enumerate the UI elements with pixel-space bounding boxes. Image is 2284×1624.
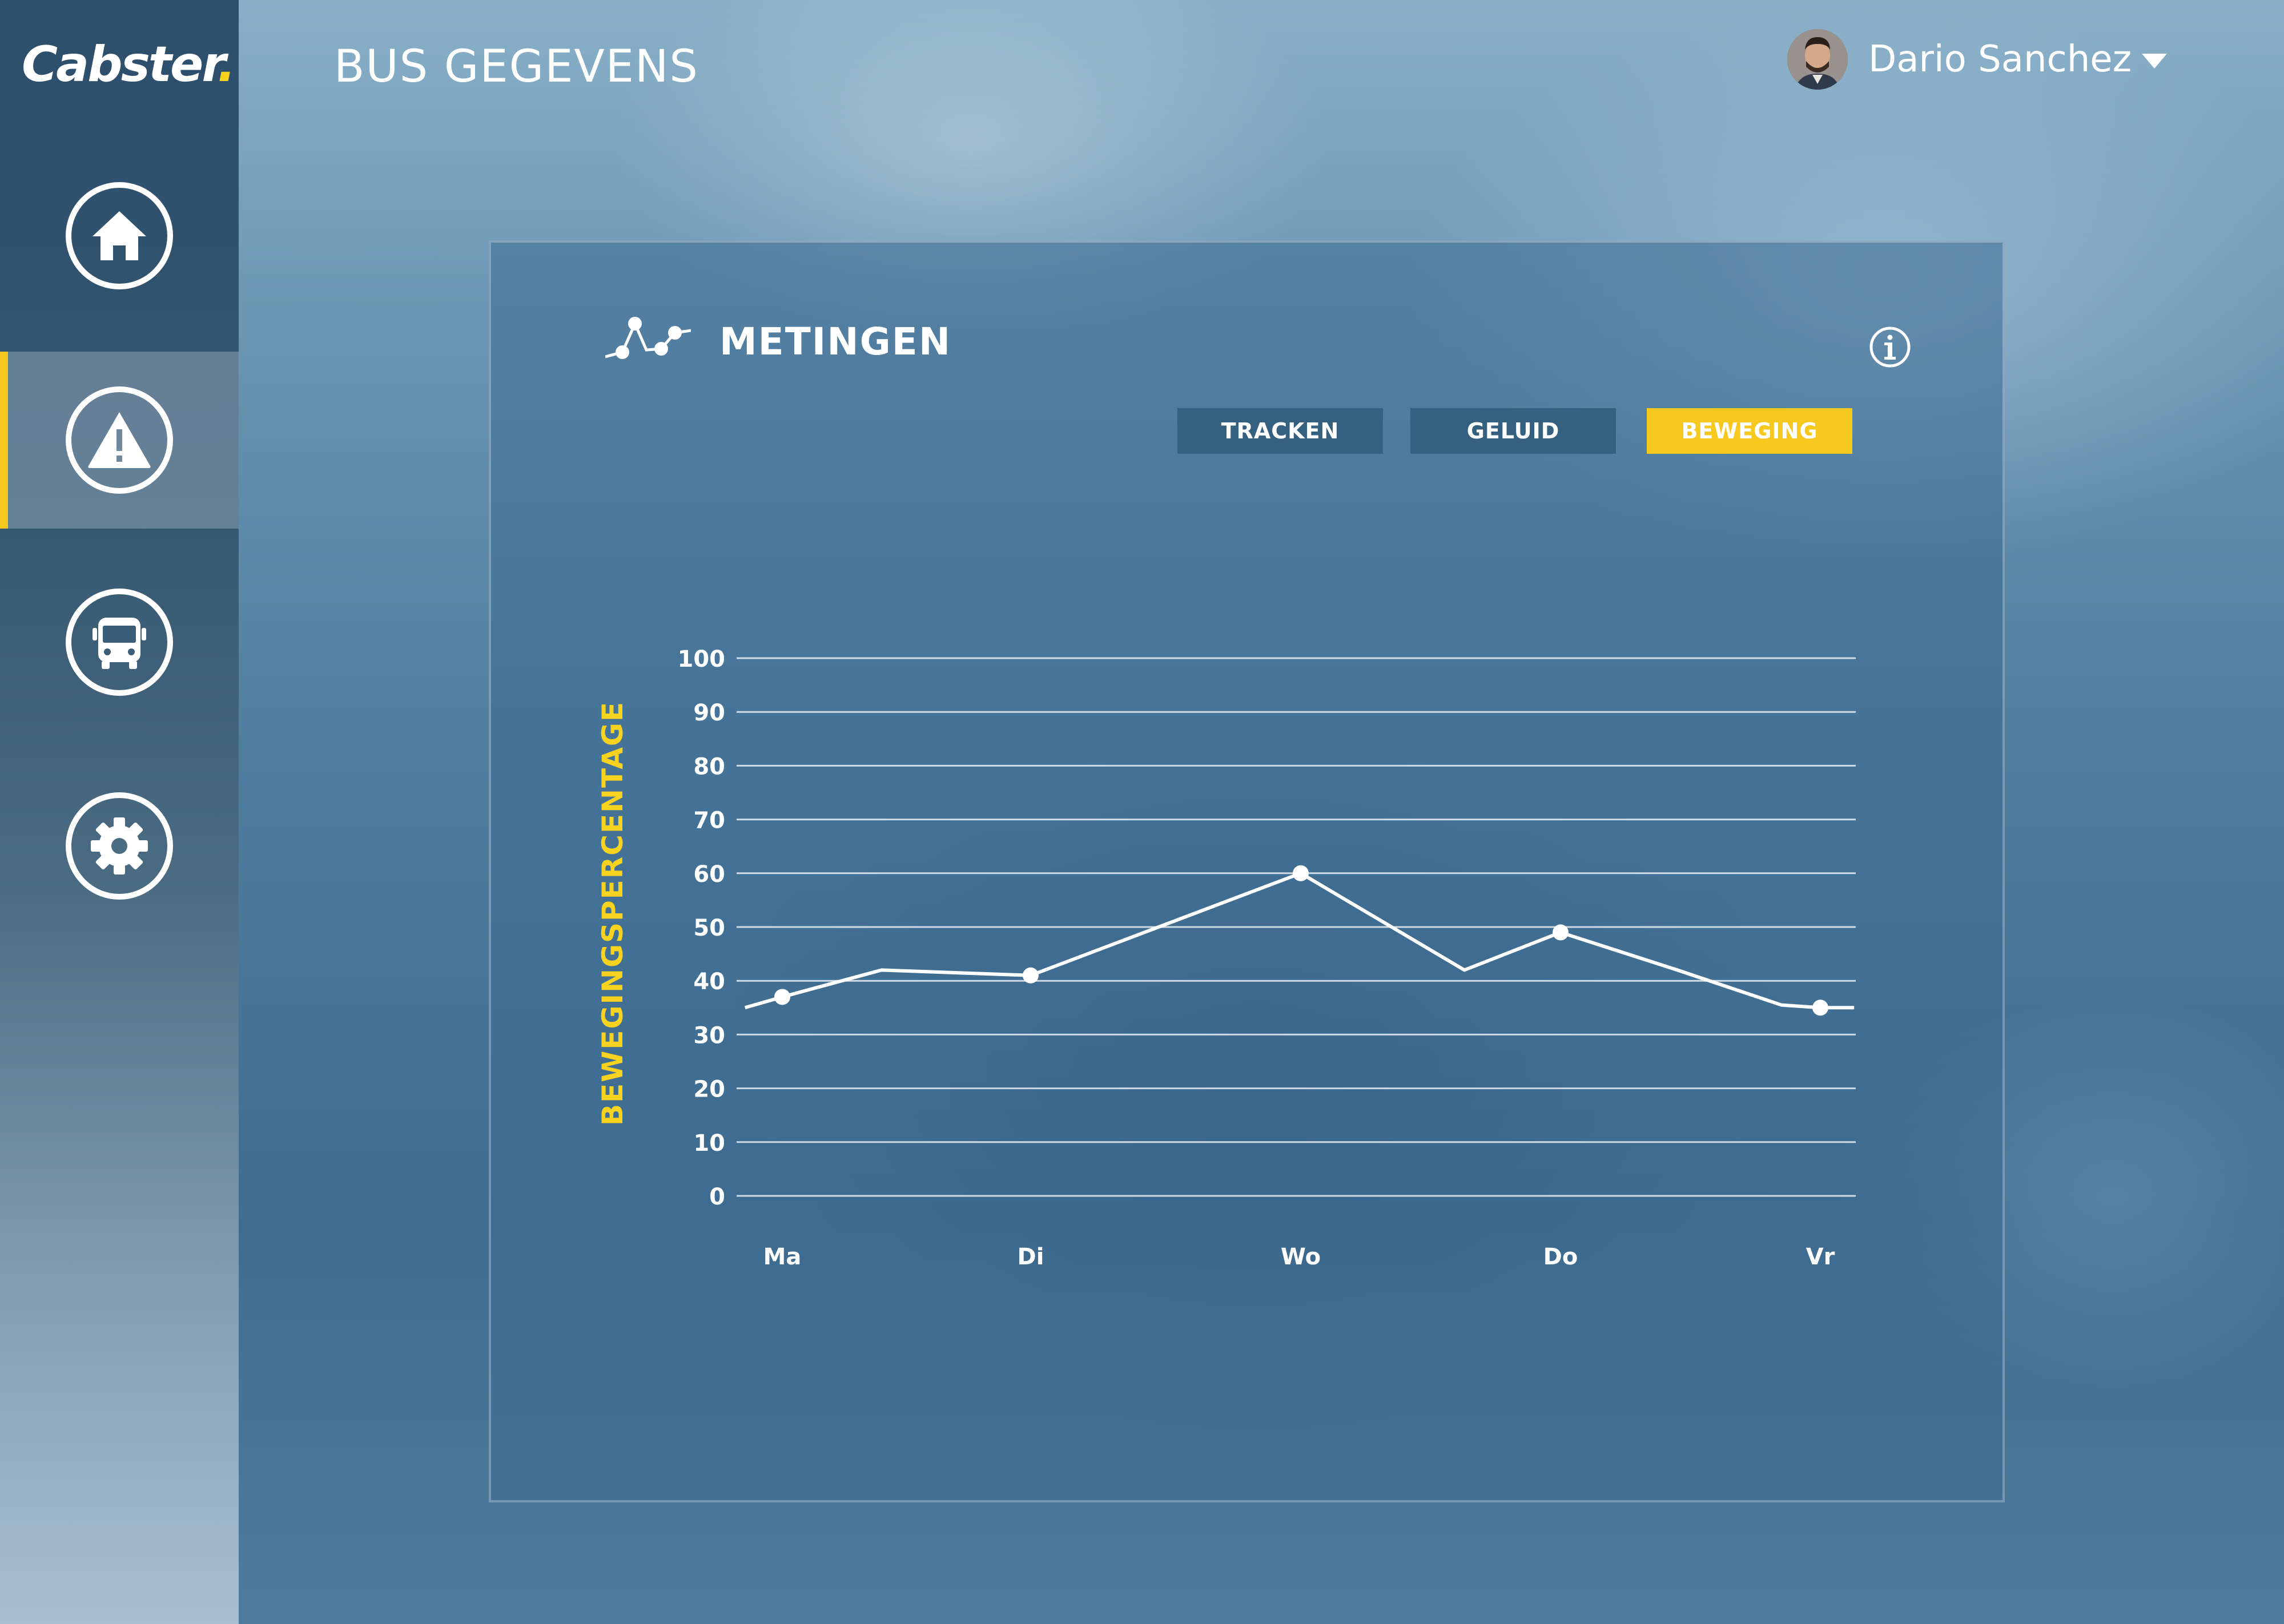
- y-tick-label: 20: [693, 1077, 725, 1103]
- data-point: [774, 989, 790, 1005]
- y-tick-label: 60: [693, 861, 725, 888]
- x-tick-label: Ma: [763, 1244, 802, 1270]
- chart-series: [744, 865, 1855, 1016]
- data-point: [1023, 967, 1039, 984]
- y-tick-label: 80: [693, 753, 725, 780]
- y-tick-label: 0: [709, 1184, 725, 1210]
- data-point: [1293, 865, 1309, 881]
- chart-gridlines: [737, 657, 1856, 1197]
- y-axis-ticks: 0 10 20 30 40 50 60 70 80 90 100: [678, 646, 726, 1210]
- movement-chart: 0 10 20 30 40 50 60 70 80 90 100 Ma Di Wo Do Vr BEWEGI…: [596, 646, 1856, 1270]
- y-tick-label: 50: [693, 915, 725, 941]
- data-point: [1553, 924, 1569, 941]
- y-tick-label: 70: [693, 808, 725, 834]
- series-line: [744, 871, 1855, 1010]
- y-tick-label: 40: [693, 969, 725, 995]
- y-axis-label: BEWEGINGSPERCENTAGE: [596, 701, 629, 1126]
- x-tick-label: Di: [1018, 1244, 1044, 1270]
- x-axis-ticks: Ma Di Wo Do Vr: [763, 1244, 1835, 1270]
- x-tick-label: Wo: [1281, 1244, 1321, 1270]
- y-tick-label: 30: [693, 1022, 725, 1049]
- y-tick-label: 100: [678, 646, 726, 672]
- y-tick-label: 10: [693, 1130, 725, 1156]
- x-tick-label: Do: [1543, 1244, 1578, 1270]
- x-tick-label: Vr: [1806, 1244, 1835, 1270]
- y-tick-label: 90: [693, 700, 725, 726]
- data-point: [1812, 1000, 1828, 1016]
